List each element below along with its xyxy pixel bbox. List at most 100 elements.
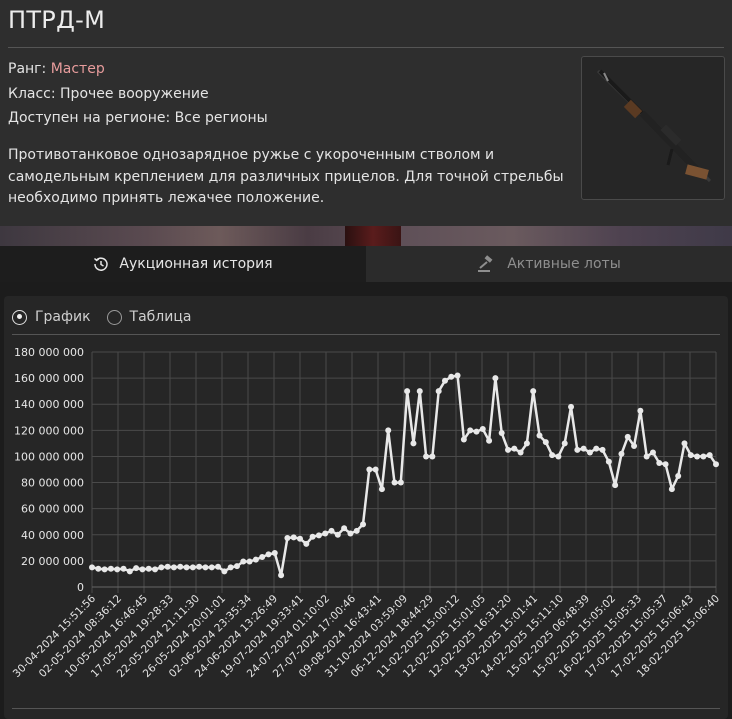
- price-point: [259, 553, 266, 560]
- price-point: [284, 535, 291, 542]
- tab-bar: Аукционная история Активные лоты: [0, 246, 732, 282]
- price-point: [530, 388, 537, 395]
- price-point: [467, 427, 474, 434]
- price-point: [164, 563, 171, 570]
- price-point: [183, 564, 190, 571]
- price-point: [687, 452, 694, 459]
- rifle-icon: [596, 69, 712, 183]
- y-tick-label: 0: [77, 581, 84, 594]
- price-point: [196, 563, 203, 570]
- price-point: [221, 568, 228, 575]
- price-point: [334, 531, 341, 538]
- price-point: [120, 565, 127, 572]
- price-point: [328, 527, 335, 534]
- price-point: [675, 473, 682, 480]
- price-point: [681, 440, 688, 447]
- price-point: [397, 479, 404, 486]
- price-point: [252, 556, 259, 563]
- price-point: [158, 564, 165, 571]
- price-point: [145, 565, 152, 572]
- price-point: [189, 564, 196, 571]
- item-description: Противотанковое однозарядное ружье с уко…: [8, 147, 564, 206]
- price-point: [309, 533, 316, 540]
- rank-label: Ранг:: [8, 61, 51, 77]
- price-point: [114, 566, 121, 573]
- price-point: [416, 388, 423, 395]
- price-point: [410, 440, 417, 447]
- price-point: [549, 452, 556, 459]
- tab-active-lots-label: Активные лоты: [507, 256, 621, 272]
- price-point: [170, 564, 177, 571]
- price-point: [139, 566, 146, 573]
- y-tick-label: 180 000 000: [14, 346, 84, 359]
- decorative-banner: [0, 226, 732, 246]
- price-point: [586, 449, 593, 456]
- price-point: [429, 453, 436, 460]
- panel-bottom-divider: [12, 708, 720, 709]
- price-point: [240, 558, 247, 565]
- price-point: [315, 532, 322, 539]
- price-point: [448, 373, 455, 380]
- price-point: [479, 426, 486, 433]
- price-point: [637, 407, 644, 414]
- price-point: [555, 453, 562, 460]
- price-point: [568, 403, 575, 410]
- price-point: [233, 563, 240, 570]
- price-point: [631, 443, 638, 449]
- tab-auction-history[interactable]: Аукционная история: [0, 246, 366, 282]
- price-point: [215, 563, 222, 570]
- price-point: [208, 564, 215, 571]
- price-point: [126, 568, 133, 575]
- price-point: [605, 458, 612, 465]
- price-point: [460, 436, 467, 443]
- price-point: [612, 482, 619, 489]
- price-point: [473, 428, 480, 435]
- price-point: [372, 466, 379, 473]
- price-point: [107, 565, 114, 572]
- class-line: Класс: Прочее вооружение: [8, 86, 209, 102]
- price-point: [668, 486, 675, 493]
- y-tick-label: 140 000 000: [14, 398, 84, 411]
- price-point: [391, 479, 398, 486]
- y-tick-label: 80 000 000: [21, 477, 84, 490]
- price-point: [599, 446, 606, 453]
- price-point: [341, 525, 348, 532]
- price-point: [101, 566, 108, 573]
- item-image: [581, 56, 725, 200]
- price-point: [498, 429, 505, 436]
- price-point: [95, 565, 102, 572]
- price-point: [271, 550, 278, 557]
- y-tick-label: 20 000 000: [21, 555, 84, 568]
- price-point: [227, 564, 234, 571]
- price-point: [297, 535, 303, 542]
- price-point: [700, 453, 707, 460]
- price-point: [378, 486, 385, 493]
- price-point: [706, 452, 713, 459]
- tab-active-lots[interactable]: Активные лоты: [366, 246, 732, 282]
- price-point: [574, 446, 581, 453]
- price-point: [454, 372, 461, 379]
- y-tick-label: 100 000 000: [14, 450, 84, 463]
- item-header: ПТРД-М Ранг: Мастер Класс: Прочее вооруж…: [0, 0, 732, 226]
- price-point: [89, 564, 95, 571]
- price-point: [404, 388, 411, 395]
- tab-auction-history-label: Аукционная история: [119, 256, 273, 272]
- price-point: [278, 572, 285, 579]
- y-tick-label: 120 000 000: [14, 424, 84, 437]
- price-point: [649, 449, 656, 456]
- title-divider: [8, 47, 724, 48]
- price-point: [265, 551, 272, 558]
- price-point: [322, 530, 329, 537]
- price-point: [618, 450, 625, 457]
- price-point: [536, 432, 543, 439]
- price-point: [290, 534, 297, 541]
- price-point: [624, 433, 631, 440]
- price-point: [385, 427, 392, 434]
- price-point: [486, 437, 493, 444]
- price-point: [662, 461, 669, 468]
- price-point: [580, 445, 587, 452]
- price-point: [435, 388, 442, 395]
- price-point: [542, 439, 549, 446]
- price-point: [202, 564, 209, 571]
- price-point: [511, 445, 518, 452]
